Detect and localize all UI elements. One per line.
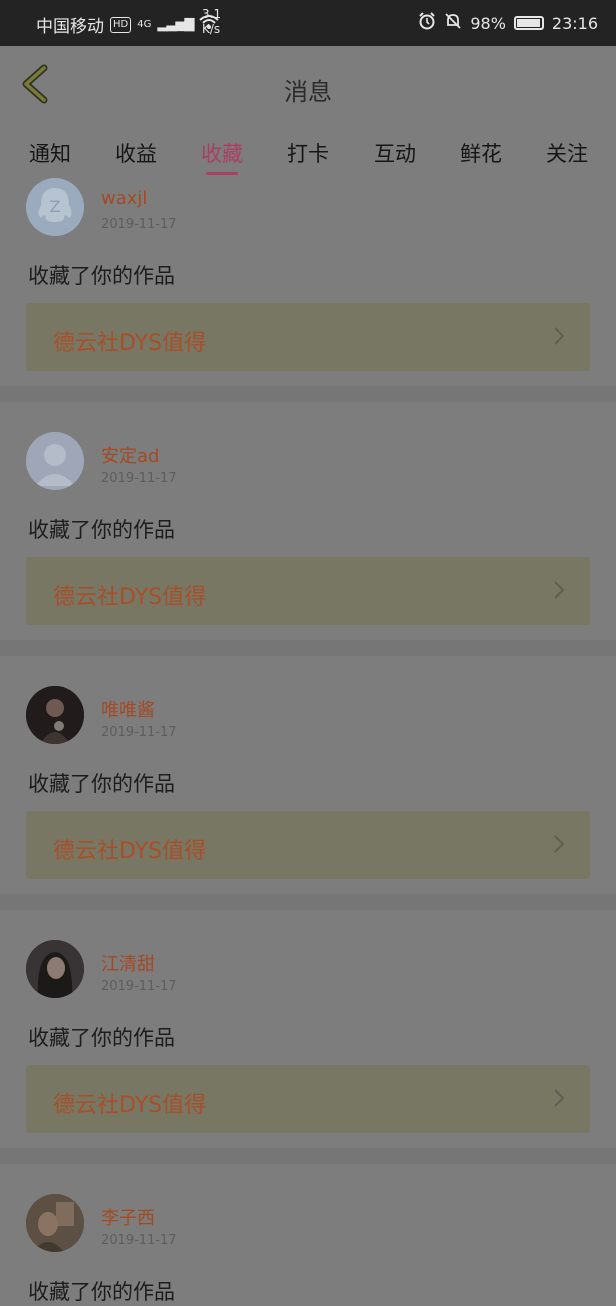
- hd-badge: HD: [110, 16, 132, 33]
- chevron-right-icon: [554, 581, 565, 599]
- work-link[interactable]: 德云社DYS值得: [26, 303, 590, 371]
- carrier-name: 中国移动: [36, 17, 104, 37]
- tab-flowers[interactable]: 鲜花: [441, 138, 521, 168]
- avatar[interactable]: [26, 940, 84, 998]
- user-photo-icon: [26, 940, 84, 998]
- notification-date: 2019-11-17: [101, 471, 177, 486]
- avatar[interactable]: Z: [26, 178, 84, 236]
- tab-interaction[interactable]: 互动: [355, 138, 435, 168]
- divider: [0, 386, 616, 402]
- action-text: 收藏了你的作品: [28, 1026, 175, 1050]
- svg-text:Z: Z: [50, 197, 61, 216]
- notification-card: 江清甜 2019-11-17 收藏了你的作品 德云社DYS值得: [0, 910, 616, 1148]
- notification-card: 安定ad 2019-11-17 收藏了你的作品 德云社DYS值得: [0, 402, 616, 640]
- tab-label: 关注: [546, 142, 588, 166]
- user-photo-icon: [26, 1194, 84, 1252]
- network-speed: 3.1 K/s: [202, 7, 221, 37]
- tab-checkin[interactable]: 打卡: [268, 138, 348, 168]
- battery-percent: 98%: [470, 13, 506, 33]
- avatar[interactable]: [26, 1194, 84, 1252]
- status-right: 98% 23:16: [418, 12, 598, 34]
- username[interactable]: 唯唯酱: [101, 696, 155, 722]
- tab-label: 鲜花: [460, 142, 502, 166]
- work-title: 德云社DYS值得: [53, 839, 207, 864]
- speed-unit: K/s: [202, 22, 221, 36]
- status-bar: 中国移动 HD 4G ▂▃▅▇ 3.1 K/s 98% 23:16: [0, 0, 616, 46]
- work-link[interactable]: 德云社DYS值得: [26, 557, 590, 625]
- alarm-icon: [418, 12, 436, 34]
- work-title: 德云社DYS值得: [53, 585, 207, 610]
- divider: [0, 640, 616, 656]
- user-photo-icon: [26, 686, 84, 744]
- action-text: 收藏了你的作品: [28, 264, 175, 288]
- username[interactable]: 安定ad: [101, 442, 159, 468]
- divider: [0, 894, 616, 910]
- tab-label: 打卡: [287, 142, 329, 166]
- username[interactable]: 江清甜: [101, 950, 155, 976]
- notification-date: 2019-11-17: [101, 217, 177, 232]
- status-left: 中国移动 HD 4G ▂▃▅▇: [36, 12, 220, 37]
- tab-notice[interactable]: 通知: [10, 138, 90, 168]
- action-text: 收藏了你的作品: [28, 518, 175, 542]
- work-link[interactable]: 德云社DYS值得: [26, 811, 590, 879]
- default-person-avatar-icon: [26, 432, 84, 490]
- action-text: 收藏了你的作品: [28, 1280, 175, 1304]
- clock: 23:16: [551, 13, 598, 33]
- tab-bar: 通知 收益 收藏 打卡 互动 鲜花 关注: [0, 122, 616, 178]
- qq-default-avatar-icon: Z: [26, 178, 84, 236]
- username[interactable]: waxjl: [101, 188, 147, 209]
- tab-label: 收益: [115, 142, 157, 166]
- header-bar: 消息: [0, 46, 616, 123]
- signal-icon: ▂▃▅▇: [157, 17, 194, 32]
- speed-value: 3.1: [202, 7, 222, 21]
- work-title: 德云社DYS值得: [53, 1093, 207, 1118]
- tab-follow[interactable]: 关注: [527, 138, 607, 168]
- work-title: 德云社DYS值得: [53, 331, 207, 356]
- tab-label: 通知: [29, 142, 71, 166]
- tab-label: 互动: [374, 142, 416, 166]
- notification-card: Z waxjl 2019-11-17 收藏了你的作品 德云社DYS值得: [0, 178, 616, 386]
- username[interactable]: 李子西: [101, 1204, 155, 1230]
- chevron-right-icon: [554, 835, 565, 853]
- notification-card: 李子西 2019-11-17 收藏了你的作品: [0, 1164, 616, 1304]
- divider: [0, 1148, 616, 1164]
- notification-card: 唯唯酱 2019-11-17 收藏了你的作品 德云社DYS值得: [0, 656, 616, 894]
- notification-date: 2019-11-17: [101, 979, 177, 994]
- network-type: 4G: [137, 19, 152, 30]
- chevron-right-icon: [554, 327, 565, 345]
- chevron-right-icon: [554, 1089, 565, 1107]
- avatar[interactable]: [26, 432, 84, 490]
- tab-earnings[interactable]: 收益: [96, 138, 176, 168]
- mute-bell-icon: [444, 12, 462, 34]
- notification-date: 2019-11-17: [101, 1233, 177, 1248]
- active-tab-indicator: [206, 172, 238, 175]
- work-link[interactable]: 德云社DYS值得: [26, 1065, 590, 1133]
- tab-label: 收藏: [201, 142, 243, 166]
- tab-favorites[interactable]: 收藏: [182, 138, 262, 175]
- page-title: 消息: [284, 78, 332, 106]
- avatar[interactable]: [26, 686, 84, 744]
- action-text: 收藏了你的作品: [28, 772, 175, 796]
- battery-icon: [513, 16, 544, 30]
- notification-date: 2019-11-17: [101, 725, 177, 740]
